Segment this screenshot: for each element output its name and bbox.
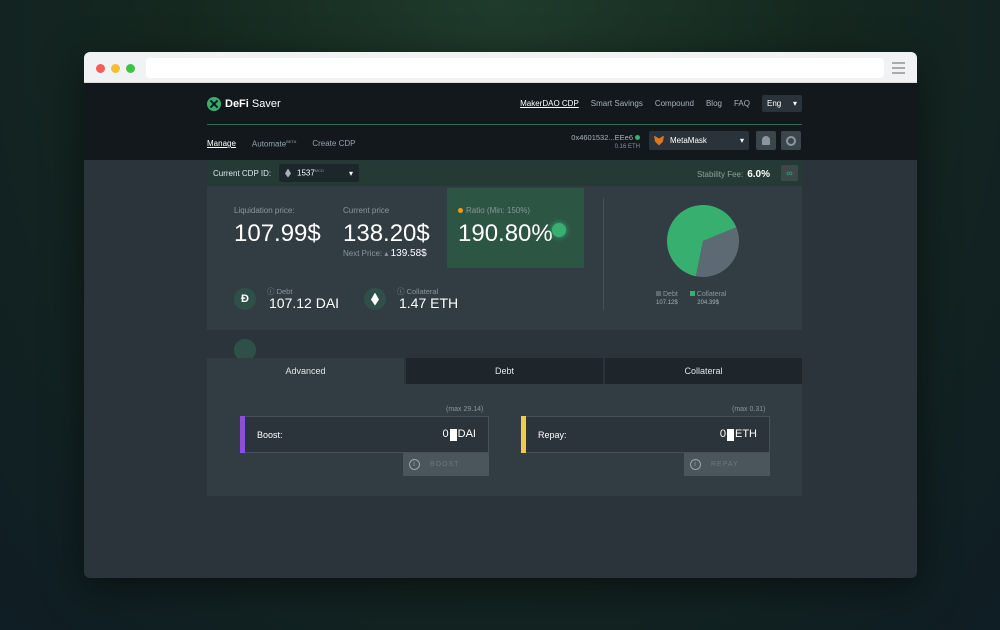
boost-max: (max 29.14) xyxy=(446,406,484,413)
eth-icon xyxy=(285,168,291,178)
advanced-panel: (max 29.14) Boost: 0 DAI i BOOST (max 0.3… xyxy=(207,384,802,496)
chart-legend: Debt 107.12$ Collateral 204.39$ xyxy=(656,291,756,306)
metamask-icon xyxy=(654,135,664,146)
legend-collateral: Collateral 204.39$ xyxy=(689,291,726,306)
subnav-automate[interactable]: AutomateBETA xyxy=(252,139,296,149)
chevron-down-icon: ▾ xyxy=(792,99,797,108)
action-tabs: Advanced Debt Collateral xyxy=(207,358,802,384)
repay-accent-bar xyxy=(521,416,526,453)
nav-faq[interactable]: FAQ xyxy=(734,99,750,108)
text-cursor xyxy=(727,428,734,441)
nav-blog[interactable]: Blog xyxy=(706,99,722,108)
collateral-swatch xyxy=(689,291,695,296)
info-icon[interactable]: i xyxy=(690,459,701,470)
repay-max: (max 0.31) xyxy=(732,406,766,413)
chevron-down-icon: ▾ xyxy=(739,136,744,145)
boost-input[interactable]: Boost: 0 DAI xyxy=(240,416,489,453)
wallet-address: 0x4601532...EEe6 xyxy=(564,133,640,142)
bell-icon xyxy=(762,136,770,145)
browser-chrome xyxy=(84,52,917,83)
defi-saver-logo-icon xyxy=(207,97,221,111)
brand-name: DeFi Saver xyxy=(225,98,281,110)
boost-accent-bar xyxy=(240,416,245,453)
cdp-id-select[interactable]: 1537MCD ▾ xyxy=(279,164,359,182)
maximize-window-icon[interactable] xyxy=(126,64,135,73)
wallet-balance: 0.16 ETH xyxy=(614,144,640,150)
nav-divider xyxy=(207,124,802,125)
close-window-icon[interactable] xyxy=(96,64,105,73)
address-bar[interactable] xyxy=(146,58,884,78)
nav-compound[interactable]: Compound xyxy=(655,99,694,108)
tab-debt[interactable]: Debt xyxy=(406,358,603,384)
history-button[interactable] xyxy=(781,131,801,150)
browser-menu-icon[interactable] xyxy=(892,62,905,77)
repay-label: Repay: xyxy=(538,429,567,440)
info-icon[interactable]: i xyxy=(409,459,420,470)
clock-icon xyxy=(786,135,796,146)
tab-collateral[interactable]: Collateral xyxy=(605,358,802,384)
boost-button[interactable]: i BOOST xyxy=(403,453,489,476)
repay-input[interactable]: Repay: 0 ETH xyxy=(521,416,770,453)
subnav-manage[interactable]: Manage xyxy=(207,139,236,149)
nav-makerdao-cdp[interactable]: MakerDAO CDP xyxy=(520,99,579,108)
sub-navigation: Manage AutomateBETA Create CDP xyxy=(207,139,355,149)
collateral-value: 1.47 ETH xyxy=(399,295,459,311)
minimize-window-icon[interactable] xyxy=(111,64,120,73)
connected-status-icon xyxy=(635,135,640,140)
debt-value: 107.12 DAI xyxy=(269,295,340,311)
text-cursor xyxy=(449,428,457,441)
cdp-assets: Đ ⓘ Debt 107.12 DAI ⓘ Collateral 1.47 ET… xyxy=(207,186,802,330)
wallet-info: 0x4601532...EEe6 0.16 ETH xyxy=(564,133,640,150)
notifications-button[interactable] xyxy=(756,131,776,150)
logo[interactable]: DeFi Saver xyxy=(207,97,281,111)
link-icon[interactable]: ∞ xyxy=(781,165,798,181)
beta-badge: BETA xyxy=(286,139,297,144)
repay-button[interactable]: i REPAY xyxy=(684,453,770,476)
cdp-bar: Current CDP ID: 1537MCD ▾ Stability Fee:… xyxy=(207,160,802,186)
wallet-provider-select[interactable]: MetaMask ▾ xyxy=(649,131,749,150)
boost-label: Boost: xyxy=(257,429,283,440)
main-nav: MakerDAO CDP Smart Savings Compound Blog… xyxy=(520,99,750,108)
nav-smart-savings[interactable]: Smart Savings xyxy=(591,99,643,108)
card-divider xyxy=(603,198,604,310)
language-select[interactable]: Eng ▾ xyxy=(762,95,802,112)
chevron-down-icon: ▾ xyxy=(348,168,353,178)
debt-swatch xyxy=(656,291,661,296)
legend-debt: Debt 107.12$ xyxy=(656,291,678,306)
top-navigation: DeFi Saver MakerDAO CDP Smart Savings Co… xyxy=(84,83,917,160)
dai-icon: Đ xyxy=(234,288,256,310)
stability-fee: Stability Fee: 6.0% xyxy=(696,169,770,180)
tab-advanced[interactable]: Advanced xyxy=(207,358,404,384)
debt-collateral-pie-chart xyxy=(667,205,739,277)
cdp-id-label: Current CDP ID: xyxy=(213,169,272,178)
subnav-create-cdp[interactable]: Create CDP xyxy=(312,139,355,149)
eth-icon xyxy=(364,288,386,310)
